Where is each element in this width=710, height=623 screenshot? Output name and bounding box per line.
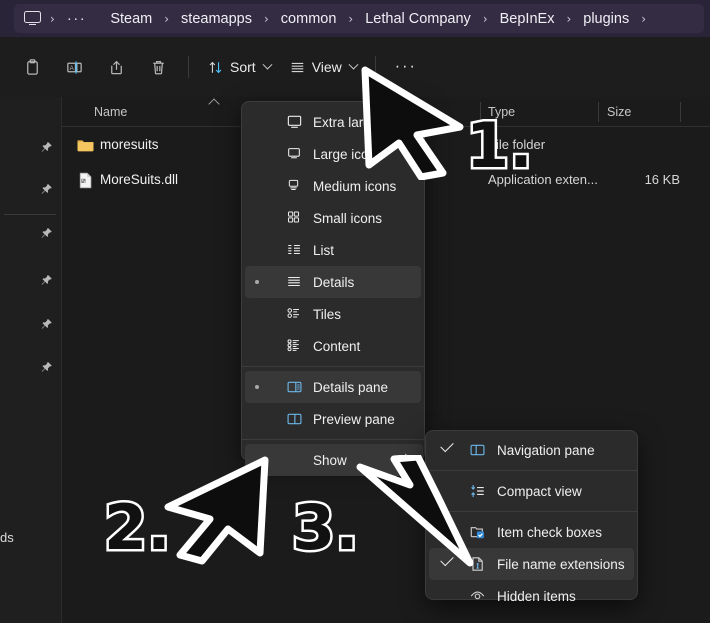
breadcrumb[interactable]: › ··· › Steam › steamapps › common › Let… — [14, 4, 704, 33]
sort-label: Sort — [230, 59, 256, 75]
column-divider-2[interactable] — [598, 102, 599, 122]
menu-item-label: Details pane — [313, 379, 389, 395]
sort-icon — [207, 59, 224, 76]
view-icon — [289, 59, 306, 76]
tiles-view-icon — [286, 306, 303, 323]
breadcrumb-item-steamapps[interactable]: steamapps — [176, 9, 257, 29]
menu-item-label: Medium icons — [313, 178, 397, 194]
list-view-icon — [286, 242, 303, 259]
preview-pane-icon — [286, 411, 303, 428]
svg-text:A: A — [69, 64, 74, 71]
breadcrumb-sep-0: › — [50, 11, 55, 26]
menu-item-label: Preview pane — [313, 411, 395, 427]
pin-icon — [40, 274, 53, 287]
menu-item-hidden-items[interactable]: Hidden items — [429, 580, 634, 612]
menu-item-label: Item check boxes — [497, 524, 603, 540]
annotation-cursor-3 — [356, 455, 474, 567]
menu-item-label: Tiles — [313, 306, 342, 322]
file-size: 16 KB — [644, 172, 680, 187]
annotation-number-1: 1. — [464, 109, 536, 182]
toolbar-divider-1 — [188, 56, 189, 78]
breadcrumb-sep-4: › — [348, 11, 354, 26]
menu-item-preview-pane[interactable]: Preview pane — [245, 403, 421, 435]
breadcrumb-item-bepinex[interactable]: BepInEx — [495, 9, 560, 29]
menu-item-label: List — [313, 242, 335, 258]
menu-item-label: Hidden items — [497, 588, 576, 604]
breadcrumb-item-steam[interactable]: Steam — [105, 9, 157, 29]
menu-item-label: Show — [313, 452, 347, 468]
sort-ascending-icon — [208, 98, 220, 110]
share-icon — [107, 58, 126, 77]
breadcrumb-sep-2: › — [164, 11, 170, 26]
paste-button[interactable] — [12, 49, 52, 85]
annotation-cursor-1 — [361, 66, 464, 180]
menu-item-small-icons[interactable]: Small icons — [245, 202, 421, 234]
breadcrumb-overflow[interactable]: ··· — [62, 8, 92, 29]
menu-divider — [242, 366, 424, 367]
view-label: View — [311, 59, 342, 75]
file-name: MoreSuits.dll — [100, 172, 179, 187]
menu-divider — [242, 439, 424, 440]
column-header-name[interactable]: Name — [94, 105, 127, 119]
nav-item-label-downloads[interactable]: ds — [0, 530, 14, 545]
menu-item-tiles[interactable]: Tiles — [245, 298, 421, 330]
pin-icon — [40, 141, 53, 154]
delete-icon — [149, 58, 168, 77]
selected-bullet-icon — [255, 385, 259, 389]
menu-item-label: Navigation pane — [497, 442, 595, 458]
rename-button[interactable]: A — [54, 49, 94, 85]
folder-icon — [76, 136, 95, 155]
breadcrumb-sep-3: › — [263, 11, 269, 26]
medium-icons-icon — [286, 178, 303, 195]
breadcrumb-sep-6: › — [566, 11, 572, 26]
pin-icon — [40, 183, 53, 196]
column-header-size[interactable]: Size — [607, 105, 631, 119]
hidden-items-icon — [469, 588, 486, 605]
breadcrumb-sep-7: › — [641, 11, 647, 26]
column-divider-3[interactable] — [680, 102, 681, 122]
menu-item-details-pane[interactable]: Details pane — [245, 371, 421, 403]
annotation-number-3: 3. — [290, 491, 362, 564]
menu-item-label: Small icons — [313, 210, 383, 226]
content-view-icon — [286, 338, 303, 355]
breadcrumb-sep-5: › — [482, 11, 488, 26]
pin-icon — [40, 318, 53, 331]
chevron-down-icon — [262, 59, 273, 70]
check-icon — [440, 438, 454, 453]
menu-item-label: Compact view — [497, 483, 582, 499]
menu-item-list[interactable]: List — [245, 234, 421, 266]
file-name: moresuits — [100, 137, 159, 152]
pin-icon — [40, 361, 53, 374]
address-bar: › ··· › Steam › steamapps › common › Let… — [0, 0, 710, 37]
navigation-pane: ds — [0, 97, 62, 623]
menu-item-details[interactable]: Details — [245, 266, 421, 298]
paste-icon — [23, 58, 42, 77]
breadcrumb-item-common[interactable]: common — [276, 9, 342, 29]
details-view-icon — [286, 274, 303, 291]
breadcrumb-item-lethal-company[interactable]: Lethal Company — [360, 9, 476, 29]
details-pane-icon — [286, 379, 303, 396]
selected-bullet-icon — [255, 280, 259, 284]
small-icons-icon — [286, 210, 303, 227]
menu-item-label: Content — [313, 338, 361, 354]
annotation-cursor-2 — [164, 456, 269, 565]
menu-item-label: File name extensions — [497, 556, 625, 572]
extra-large-icons-icon — [286, 114, 303, 131]
view-button[interactable]: View — [281, 49, 365, 85]
menu-item-content[interactable]: Content — [245, 330, 421, 362]
share-button[interactable] — [96, 49, 136, 85]
menu-item-label: Details — [313, 274, 355, 290]
rename-icon: A — [65, 58, 84, 77]
breadcrumb-item-plugins[interactable]: plugins — [578, 9, 634, 29]
monitor-icon[interactable] — [24, 11, 41, 26]
nav-divider — [4, 214, 56, 215]
delete-button[interactable] — [138, 49, 178, 85]
pin-icon — [40, 227, 53, 240]
dll-file-icon — [76, 171, 95, 190]
large-icons-icon — [286, 146, 303, 163]
sort-button[interactable]: Sort — [199, 49, 279, 85]
